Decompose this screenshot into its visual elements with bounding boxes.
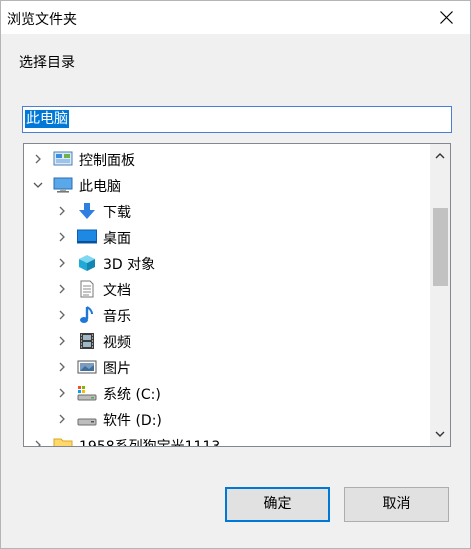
chevron-right-icon[interactable] [57, 205, 67, 217]
tree-item-label: 系统 (C:) [103, 387, 161, 403]
chevron-right-icon[interactable] [57, 309, 67, 321]
system-drive-icon [77, 386, 97, 401]
browse-folder-dialog: 浏览文件夹 选择目录 此电脑 控制面板 此电脑 下载 桌面 3D 对象 文档 音… [0, 0, 471, 549]
tree-item-label: 下载 [103, 205, 131, 221]
tree-item-downloads[interactable]: 下载 [24, 198, 426, 224]
3d-objects-icon [79, 255, 95, 271]
tree-item-label: 桌面 [103, 231, 131, 247]
tree-item-documents[interactable]: 文档 [24, 276, 426, 302]
folder-path-input[interactable]: 此电脑 [22, 106, 452, 133]
close-icon [440, 11, 453, 24]
folder-tree[interactable]: 控制面板 此电脑 下载 桌面 3D 对象 文档 音乐 视频 图片 系统 (C:)… [23, 143, 451, 447]
music-icon [80, 306, 93, 323]
tree-item-label: 3D 对象 [103, 257, 156, 273]
chevron-up-icon [435, 153, 445, 159]
cancel-button[interactable]: 取消 [344, 487, 449, 522]
close-button[interactable] [424, 1, 470, 34]
folder-icon [53, 438, 73, 446]
control-panel-icon [53, 151, 73, 166]
tree-item-label: 控制面板 [79, 153, 135, 169]
scroll-up-button[interactable] [430, 144, 450, 168]
tree-item-system-drive[interactable]: 系统 (C:) [24, 380, 426, 406]
drive-icon [77, 418, 97, 426]
tree-item-pictures[interactable]: 图片 [24, 354, 426, 380]
chevron-right-icon[interactable] [57, 387, 67, 399]
downloads-icon [79, 203, 95, 219]
vertical-scrollbar[interactable] [430, 144, 450, 446]
chevron-right-icon[interactable] [57, 283, 67, 295]
chevron-right-icon[interactable] [57, 257, 67, 269]
tree-item-control-panel[interactable]: 控制面板 [24, 146, 426, 172]
tree-item-label: 此电脑 [79, 179, 121, 195]
chevron-right-icon[interactable] [57, 335, 67, 347]
dialog-prompt: 选择目录 [19, 55, 75, 71]
documents-icon [80, 280, 94, 298]
tree-item-label: 音乐 [103, 309, 131, 325]
folder-path-value: 此电脑 [25, 110, 69, 128]
chevron-right-icon[interactable] [33, 153, 43, 165]
videos-icon [80, 333, 94, 349]
this-pc-icon [53, 177, 73, 193]
tree-item-software-drive[interactable]: 软件 (D:) [24, 406, 426, 432]
tree-item-label: 文档 [103, 283, 131, 299]
tree-item-music[interactable]: 音乐 [24, 302, 426, 328]
desktop-icon [77, 229, 97, 244]
tree-item-label: 软件 (D:) [103, 413, 162, 429]
pictures-icon [77, 360, 97, 374]
tree-item-label: 1958系列狗宝光1113 [79, 439, 221, 447]
tree-item-folder[interactable]: 1958系列狗宝光1113 [24, 432, 426, 447]
tree-item-label: 图片 [103, 361, 131, 377]
ok-button[interactable]: 确定 [225, 487, 330, 522]
scroll-down-button[interactable] [430, 422, 450, 446]
tree-item-3d-objects[interactable]: 3D 对象 [24, 250, 426, 276]
title-bar: 浏览文件夹 [1, 1, 470, 34]
tree-item-desktop[interactable]: 桌面 [24, 224, 426, 250]
window-title: 浏览文件夹 [7, 12, 77, 28]
tree-item-this-pc[interactable]: 此电脑 [24, 172, 426, 198]
chevron-down-icon[interactable] [32, 180, 44, 190]
scrollbar-thumb[interactable] [433, 208, 448, 286]
chevron-right-icon[interactable] [57, 231, 67, 243]
chevron-right-icon[interactable] [57, 413, 67, 425]
chevron-right-icon[interactable] [33, 439, 43, 447]
tree-item-label: 视频 [103, 335, 131, 351]
chevron-right-icon[interactable] [57, 361, 67, 373]
chevron-down-icon [435, 431, 445, 437]
tree-item-videos[interactable]: 视频 [24, 328, 426, 354]
